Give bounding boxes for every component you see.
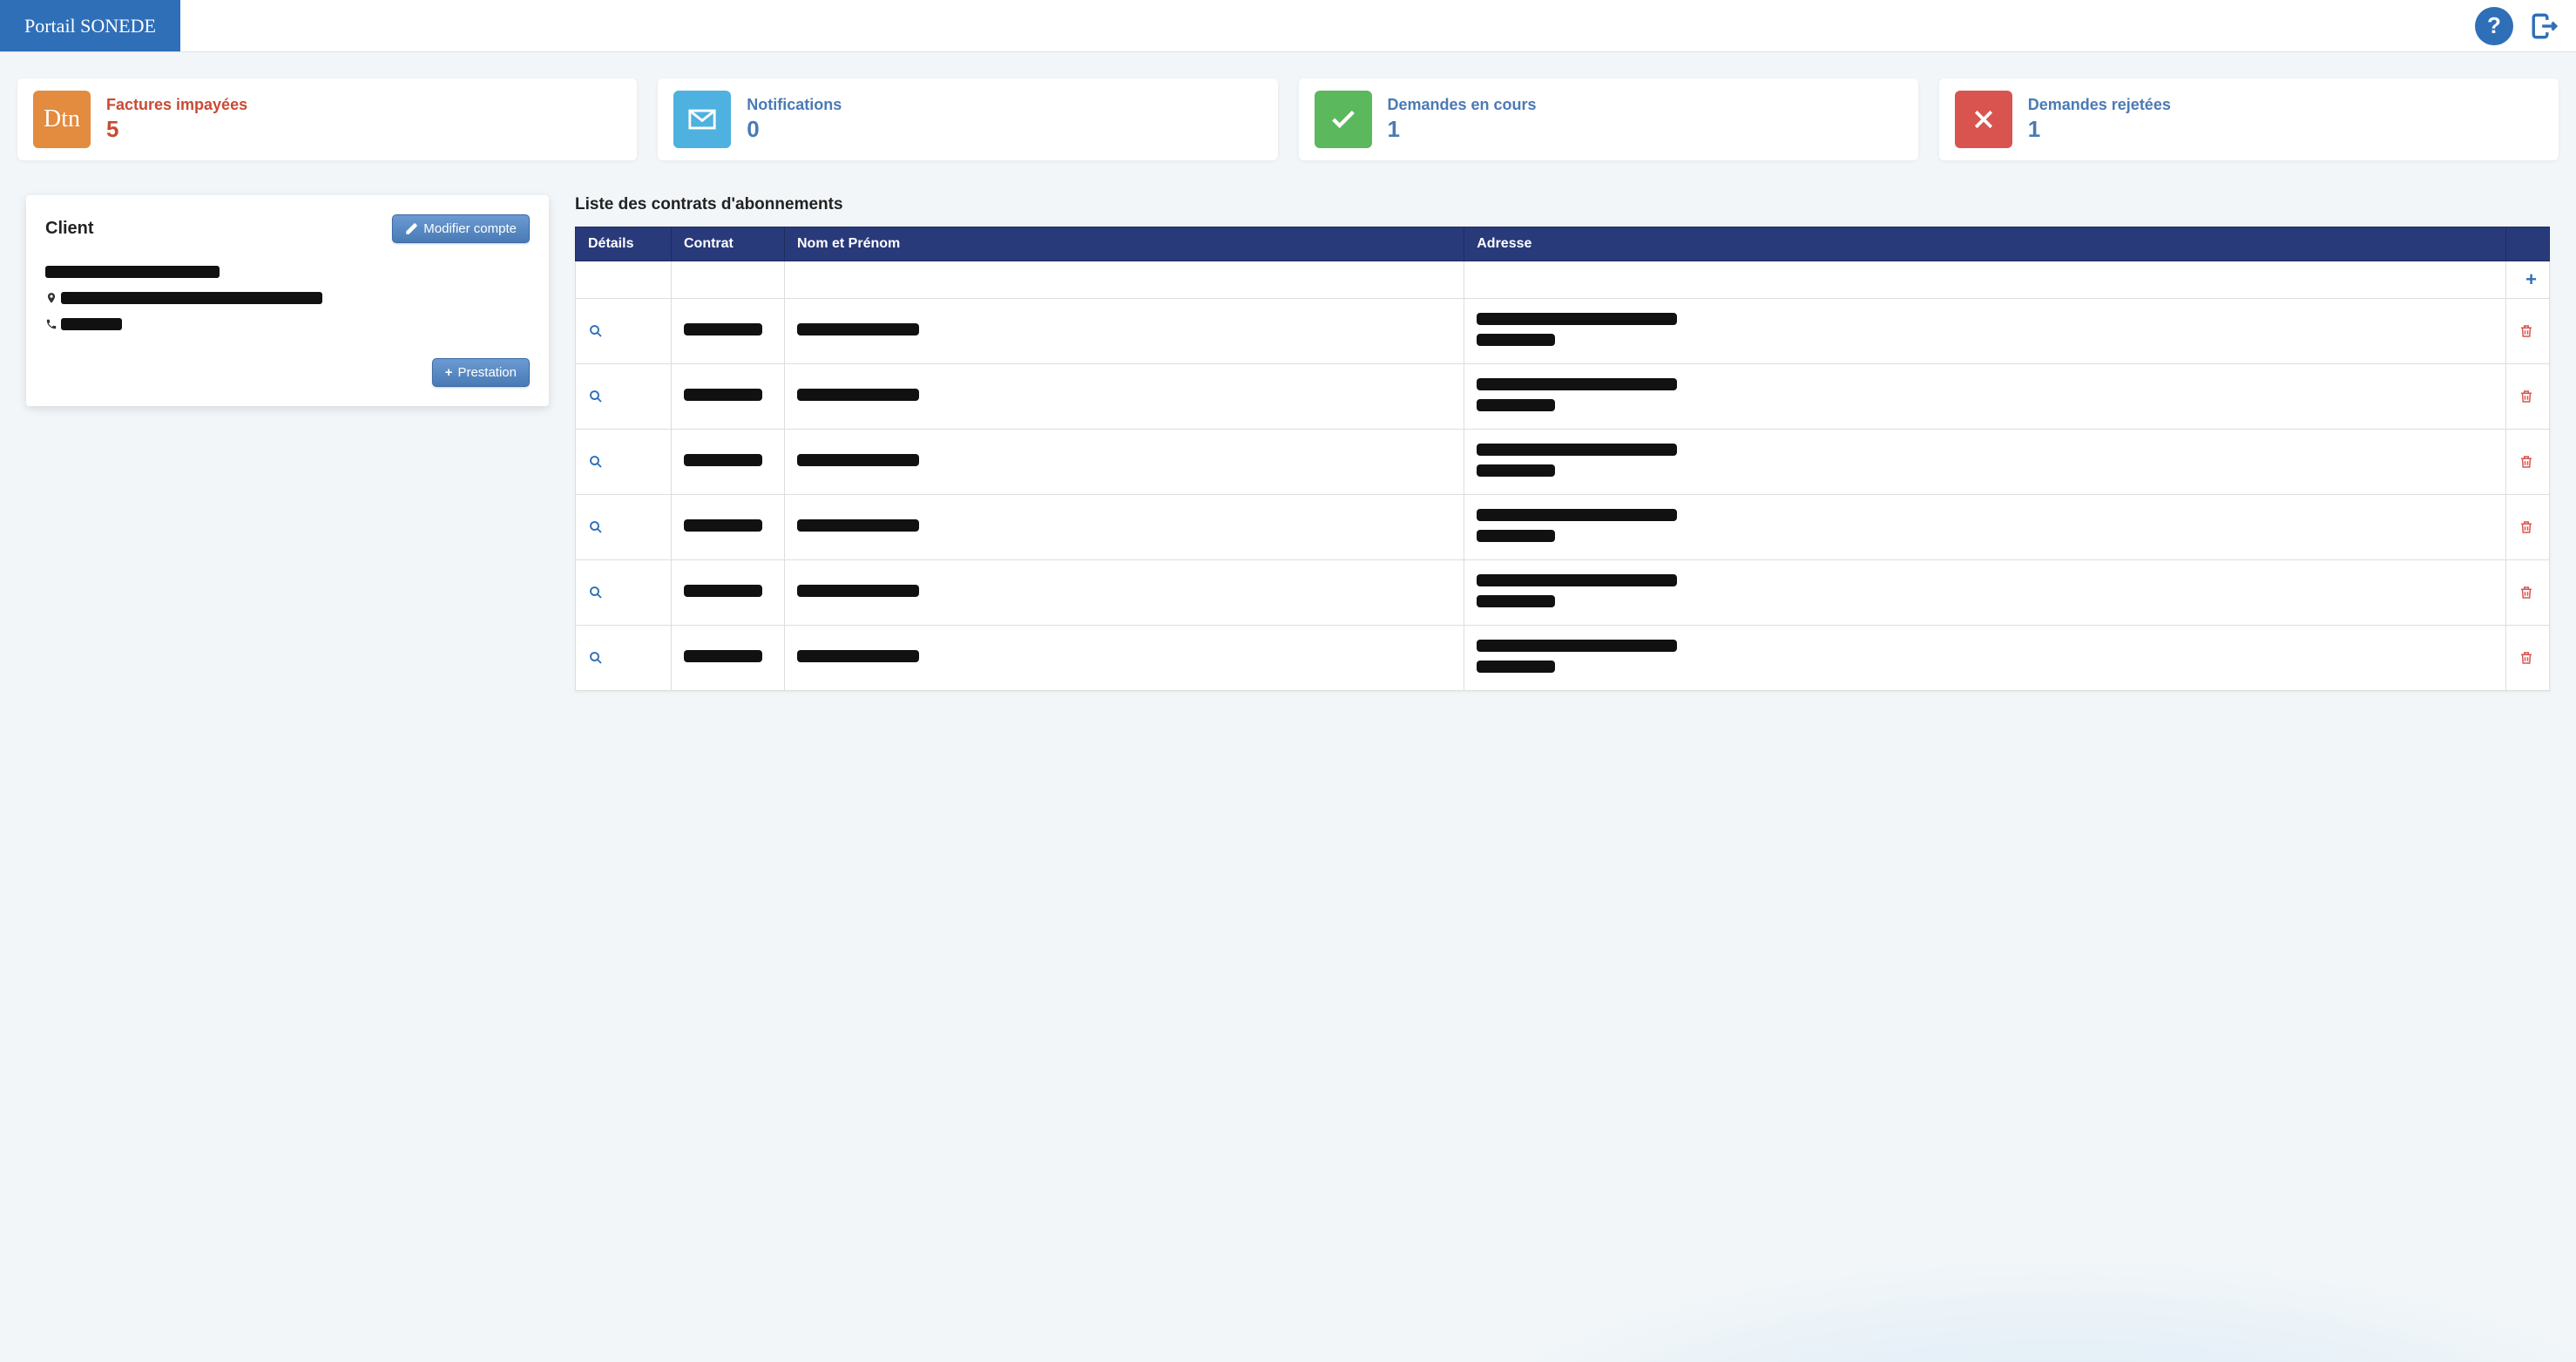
cell-contrat: [684, 454, 762, 466]
brand-title[interactable]: Portail SONEDE: [0, 0, 180, 51]
table-row: [576, 430, 2550, 495]
col-address: Adresse: [1464, 227, 2506, 261]
cell-address: [1477, 640, 1677, 652]
details-icon[interactable]: [588, 585, 659, 600]
cell-contrat: [684, 389, 762, 401]
cell-address: [1477, 444, 1677, 456]
client-card: Client Modifier compte: [26, 195, 549, 406]
stat-card-pending[interactable]: Demandes en cours 1: [1299, 78, 1918, 160]
client-title: Client: [45, 219, 94, 239]
details-icon[interactable]: [588, 650, 659, 666]
stat-rejected-value: 1: [2028, 116, 2171, 143]
stats-row: Dtn Factures impayées 5 Notifications 0 …: [0, 52, 2576, 169]
details-icon[interactable]: [588, 323, 659, 339]
stat-card-unpaid[interactable]: Dtn Factures impayées 5: [17, 78, 637, 160]
cell-name: [797, 585, 919, 597]
delete-icon[interactable]: [2519, 389, 2537, 404]
help-icon[interactable]: ?: [2475, 7, 2513, 45]
delete-icon[interactable]: [2519, 323, 2537, 339]
cell-address: [1477, 313, 1677, 325]
delete-icon[interactable]: [2519, 585, 2537, 600]
topbar: Portail SONEDE ?: [0, 0, 2576, 52]
modify-account-label: Modifier compte: [423, 221, 517, 236]
cell-contrat: [684, 650, 762, 662]
cell-name: [797, 650, 919, 662]
stat-pending-label: Demandes en cours: [1388, 96, 1537, 114]
add-contract-icon[interactable]: +: [2525, 268, 2537, 290]
currency-icon: Dtn: [33, 91, 91, 148]
col-name: Nom et Prénom: [785, 227, 1464, 261]
details-icon[interactable]: [588, 454, 659, 470]
cell-contrat: [684, 585, 762, 597]
modify-account-button[interactable]: Modifier compte: [392, 214, 530, 243]
phone-icon: [45, 318, 57, 330]
delete-icon[interactable]: [2519, 519, 2537, 535]
col-details: Détails: [576, 227, 672, 261]
cell-address: [1477, 509, 1677, 521]
delete-icon[interactable]: [2519, 650, 2537, 666]
table-row: [576, 299, 2550, 364]
location-icon: [45, 292, 57, 304]
contracts-title: Liste des contrats d'abonnements: [575, 195, 2550, 214]
cell-name: [797, 389, 919, 401]
stat-notif-value: 0: [747, 116, 842, 143]
stat-unpaid-value: 5: [106, 116, 247, 143]
table-row: [576, 626, 2550, 691]
cell-address: [1477, 574, 1677, 586]
cell-name: [797, 454, 919, 466]
col-actions: [2506, 227, 2550, 261]
prestation-button[interactable]: + Prestation: [432, 358, 530, 387]
stat-card-notifications[interactable]: Notifications 0: [658, 78, 1277, 160]
cell-contrat: [684, 323, 762, 335]
contracts-table: Détails Contrat Nom et Prénom Adresse +: [575, 227, 2550, 691]
details-icon[interactable]: [588, 389, 659, 404]
cell-contrat: [684, 519, 762, 532]
stat-unpaid-label: Factures impayées: [106, 96, 247, 114]
prestation-label: Prestation: [457, 365, 517, 380]
stat-rejected-label: Demandes rejetées: [2028, 96, 2171, 114]
logout-icon[interactable]: [2525, 7, 2564, 45]
table-row: [576, 495, 2550, 560]
close-icon: [1955, 91, 2012, 148]
stat-card-rejected[interactable]: Demandes rejetées 1: [1939, 78, 2559, 160]
table-row: [576, 560, 2550, 626]
cell-name: [797, 519, 919, 532]
col-contrat: Contrat: [672, 227, 785, 261]
check-icon: [1315, 91, 1372, 148]
stat-notif-label: Notifications: [747, 96, 842, 114]
stat-pending-value: 1: [1388, 116, 1537, 143]
cell-name: [797, 323, 919, 335]
cell-address: [1477, 378, 1677, 390]
envelope-icon: [673, 91, 731, 148]
client-info: [45, 259, 530, 337]
table-row: [576, 364, 2550, 430]
add-row: +: [576, 261, 2550, 299]
details-icon[interactable]: [588, 519, 659, 535]
delete-icon[interactable]: [2519, 454, 2537, 470]
